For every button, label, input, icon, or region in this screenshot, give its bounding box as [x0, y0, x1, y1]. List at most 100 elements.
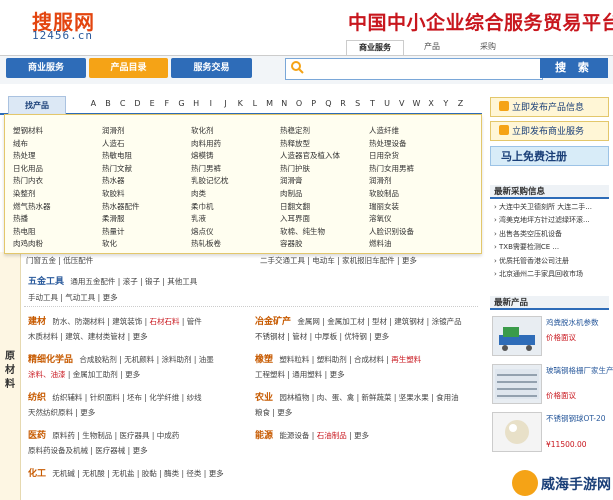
letter-d[interactable]: D	[130, 99, 145, 108]
category-link[interactable]: 涂料、油漆	[28, 370, 66, 379]
letter-b[interactable]: B	[101, 99, 116, 108]
category-link[interactable]: 管件	[187, 317, 202, 326]
popup-item[interactable]: 人脸识别设备	[369, 226, 458, 239]
letter-s[interactable]: S	[350, 99, 365, 108]
letter-g[interactable]: G	[174, 99, 189, 108]
product-card[interactable]: 鸡粪脱水机参数 价格面议	[492, 316, 610, 360]
product-name[interactable]: 玻璃钢格栅厂家生产直销...	[546, 366, 613, 376]
more-link[interactable]: 更多	[354, 431, 369, 440]
category-link[interactable]: 肉、蛋、禽	[317, 393, 355, 402]
popup-item[interactable]: 染整剂	[13, 188, 102, 201]
category-link[interactable]: 能源设备	[279, 431, 309, 440]
category-link[interactable]: 锻子	[145, 277, 160, 286]
category-link[interactable]: 中厚板	[315, 332, 338, 341]
popup-item[interactable]: 热释放型	[280, 138, 369, 151]
letter-p[interactable]: P	[306, 99, 321, 108]
popup-item[interactable]: 塑钢材料	[13, 125, 102, 138]
popup-item[interactable]: 热播	[13, 213, 102, 226]
category-link[interactable]: 无机盐	[112, 469, 135, 478]
category-link[interactable]: 其他工具	[167, 277, 197, 286]
popup-item[interactable]: 人造石	[102, 138, 191, 151]
partial-row-mid[interactable]: 二手交通工具 | 电动车 | 家机报旧车配件 | 更多	[260, 255, 480, 266]
popup-item[interactable]: 绒布	[13, 138, 102, 151]
tab-business-service[interactable]: 商业服务	[346, 40, 404, 55]
nav-business-service[interactable]: 商业服务	[6, 58, 86, 78]
popup-item[interactable]: 容器胶	[280, 238, 369, 251]
section-title[interactable]: 冶金矿产	[255, 317, 291, 327]
letter-j[interactable]: J	[218, 99, 233, 108]
more-link[interactable]: 更多	[374, 332, 389, 341]
category-link[interactable]: 粮食	[255, 408, 270, 417]
more-link[interactable]: 更多	[103, 293, 118, 302]
category-link[interactable]: 新鲜蔬菜	[362, 393, 392, 402]
category-link[interactable]: 金属加工助剂	[73, 370, 118, 379]
popup-item[interactable]: 日化用品	[13, 163, 102, 176]
category-link[interactable]: 建筑钢材	[394, 317, 424, 326]
category-link[interactable]: 防水、防潮材料	[52, 317, 105, 326]
category-link[interactable]: 生物制品	[82, 431, 112, 440]
category-link[interactable]: 通用五金配件	[70, 277, 115, 286]
category-link[interactable]: 纺织辅料	[52, 393, 82, 402]
popup-item[interactable]: 热处理设备	[369, 138, 458, 151]
find-product-tab[interactable]: 找产品	[8, 96, 66, 114]
nav-product-catalog[interactable]: 产品目录	[89, 58, 168, 78]
category-link[interactable]: 合成材料	[354, 355, 384, 364]
category-link[interactable]: 再生塑料	[391, 355, 421, 364]
product-card[interactable]: 不锈钢钢球OT-20 ¥11500.00	[492, 412, 610, 456]
purchase-item[interactable]: › 优质托管香港公司注册	[494, 255, 610, 268]
popup-item[interactable]: 热轧板卷	[191, 238, 280, 251]
category-link[interactable]: 化学纤维	[149, 393, 179, 402]
section-title[interactable]: 橡塑	[255, 355, 273, 365]
popup-item[interactable]: 瑞丽女装	[369, 201, 458, 214]
purchase-item[interactable]: › 出售各类空压机设备	[494, 228, 610, 241]
popup-item[interactable]: 日用杂货	[369, 150, 458, 163]
letter-v[interactable]: V	[394, 99, 409, 108]
category-link[interactable]: 工程塑料	[255, 370, 285, 379]
popup-item[interactable]: 热稳定剂	[280, 125, 369, 138]
letter-r[interactable]: R	[336, 99, 351, 108]
category-link[interactable]: 不锈钢材	[255, 332, 285, 341]
category-link[interactable]: 涂料助剂	[162, 355, 192, 364]
search-input[interactable]	[285, 58, 543, 80]
category-link[interactable]: 金属加工材	[327, 317, 365, 326]
popup-item[interactable]: 润滑剂	[102, 125, 191, 138]
letter-h[interactable]: H	[189, 99, 204, 108]
letter-z[interactable]: Z	[453, 99, 468, 108]
popup-item[interactable]: 熔点仪	[191, 226, 280, 239]
category-link[interactable]: 手动工具	[28, 293, 58, 302]
category-link[interactable]: 园林植物	[279, 393, 309, 402]
popup-item[interactable]: 热门男裤	[191, 163, 280, 176]
popup-item[interactable]: 肉料用药	[191, 138, 280, 151]
more-link[interactable]: 更多	[277, 408, 292, 417]
category-link[interactable]: 石油制品	[317, 431, 347, 440]
popup-item[interactable]: 入耳界面	[280, 213, 369, 226]
section-title[interactable]: 建材	[28, 317, 46, 327]
popup-item[interactable]: 软胶制品	[369, 188, 458, 201]
category-link[interactable]: 中成药	[157, 431, 180, 440]
category-link[interactable]: 金属网	[297, 317, 320, 326]
popup-item[interactable]: 柔滑服	[102, 213, 191, 226]
nav-service-trade[interactable]: 服务交易	[171, 58, 252, 78]
category-link[interactable]: 建筑、建材类管材	[65, 332, 125, 341]
letter-e[interactable]: E	[145, 99, 160, 108]
category-link[interactable]: 油墨	[199, 355, 214, 364]
section-title[interactable]: 五金工具	[28, 277, 64, 287]
popup-item[interactable]: 热门文献	[102, 163, 191, 176]
section-title[interactable]: 纺织	[28, 393, 46, 403]
category-link[interactable]: 胶黏	[142, 469, 157, 478]
category-link[interactable]: 无机酸	[82, 469, 105, 478]
letter-w[interactable]: W	[409, 99, 424, 108]
search-button[interactable]: 搜 索	[540, 58, 608, 78]
tab-purchase[interactable]: 采购	[460, 40, 516, 54]
popup-item[interactable]: 热电阻	[13, 226, 102, 239]
category-link[interactable]: 通用塑料	[292, 370, 322, 379]
publish-service-button[interactable]: 立即发布商业服务	[490, 121, 609, 141]
category-link[interactable]: 径类	[186, 469, 201, 478]
popup-item[interactable]: 乳胶记忆枕	[191, 175, 280, 188]
category-link[interactable]: 木质材料	[28, 332, 58, 341]
popup-item[interactable]: 燃料油	[369, 238, 458, 251]
letter-a[interactable]: A	[86, 99, 101, 108]
popup-item[interactable]: 热门内衣	[13, 175, 102, 188]
popup-item[interactable]: 熔模铸	[191, 150, 280, 163]
popup-item[interactable]: 燃气热水器	[13, 201, 102, 214]
